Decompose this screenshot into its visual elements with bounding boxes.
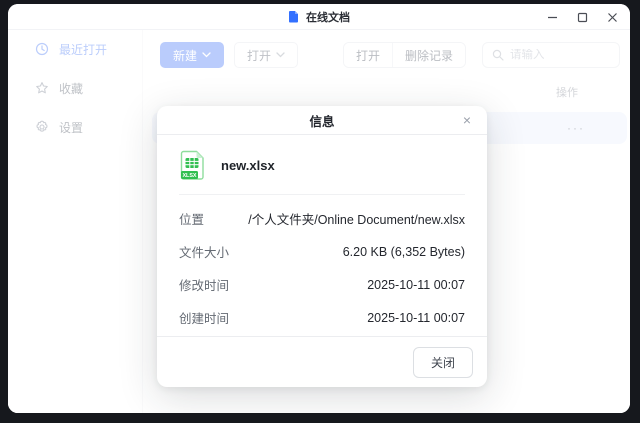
info-value: /个人文件夹/Online Document/new.xlsx — [248, 213, 465, 227]
file-summary: XLSX new.xlsx — [179, 145, 465, 194]
app-body: 最近打开 收藏 设置 新建 — [8, 30, 630, 413]
info-label: 文件大小 — [179, 246, 230, 260]
info-row-modified: 修改时间 2025-10-11 00:07 — [179, 268, 465, 301]
info-row-location: 位置 /个人文件夹/Online Document/new.xlsx — [179, 202, 465, 235]
info-label: 创建时间 — [179, 312, 230, 326]
dialog-title: 信息 — [309, 114, 335, 129]
window-title: 在线文档 — [306, 11, 350, 24]
dialog-close-icon[interactable]: × — [459, 112, 475, 128]
info-value: 2025-10-11 00:07 — [367, 277, 465, 292]
info-row-size: 文件大小 6.20 KB (6,352 Bytes) — [179, 235, 465, 268]
maximize-button[interactable] — [574, 9, 590, 25]
close-window-button[interactable] — [604, 9, 620, 25]
dialog-footer: 关闭 — [157, 336, 487, 387]
title-group: 在线文档 — [288, 9, 350, 25]
dialog-body: XLSX new.xlsx 位置 /个人文件夹/Online Document/… — [157, 135, 487, 334]
minimize-button[interactable] — [544, 9, 560, 25]
info-label: 位置 — [179, 213, 205, 227]
info-label: 修改时间 — [179, 279, 230, 293]
info-value: 6.20 KB (6,352 Bytes) — [342, 244, 465, 259]
dialog-header: 信息 × — [157, 106, 487, 135]
info-value: 2025-10-11 00:07 — [367, 310, 465, 325]
titlebar: 在线文档 — [8, 4, 630, 30]
info-rows: 位置 /个人文件夹/Online Document/new.xlsx 文件大小 … — [179, 195, 465, 334]
xlsx-badge-label: XLSX — [182, 173, 196, 179]
close-button[interactable]: 关闭 — [412, 346, 473, 378]
info-dialog: 信息 × XLSX new.xlsx 位置 /个人文件夹/Online Docu… — [157, 106, 487, 387]
file-name: new.xlsx — [221, 158, 275, 173]
xlsx-file-icon: XLSX — [179, 149, 207, 182]
window-controls — [544, 4, 620, 30]
app-window: 在线文档 最近打开 — [8, 4, 630, 413]
app-logo-icon — [288, 10, 300, 23]
info-row-created: 创建时间 2025-10-11 00:07 — [179, 301, 465, 334]
